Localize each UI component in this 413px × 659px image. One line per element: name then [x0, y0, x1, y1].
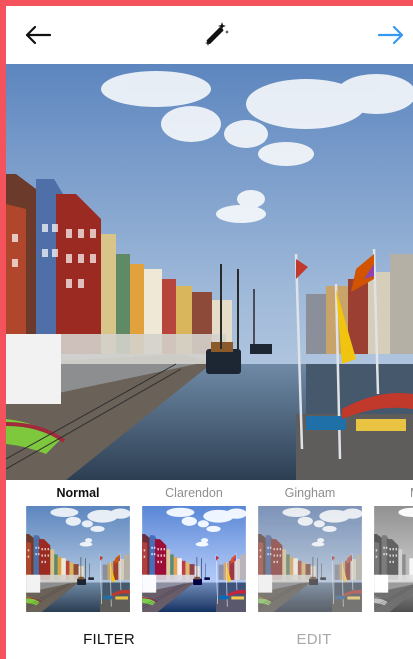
arrow-left-icon [25, 25, 52, 45]
filter-strip[interactable]: Normal Clarendon Gingham [6, 480, 413, 618]
filter-label: Moon [373, 480, 413, 506]
filter-normal[interactable]: Normal [25, 480, 131, 612]
filter-thumbnail[interactable] [25, 506, 131, 612]
tab-edit[interactable]: EDIT [239, 631, 389, 648]
next-button[interactable] [375, 19, 407, 51]
arrow-right-icon [377, 25, 404, 45]
photo-preview [6, 64, 413, 480]
filter-label: Clarendon [165, 486, 223, 500]
magic-wand-icon [205, 22, 229, 46]
filter-screen: Normal Clarendon Gingham FILTER EDIT [6, 6, 413, 659]
filter-moon[interactable]: Moon [373, 480, 413, 612]
lux-adjust-button[interactable] [200, 19, 232, 51]
back-button[interactable] [22, 19, 54, 51]
top-toolbar [6, 6, 413, 64]
filter-label: Normal [56, 486, 100, 500]
tab-filter[interactable]: FILTER [34, 631, 184, 648]
filter-thumbnail[interactable] [373, 506, 413, 612]
filter-gingham[interactable]: Gingham [257, 480, 363, 612]
nyhavn-canal-photo [6, 64, 413, 480]
filter-clarendon[interactable]: Clarendon [141, 480, 247, 612]
filter-thumbnail[interactable] [257, 506, 363, 612]
filter-label: Gingham [284, 486, 336, 500]
bottom-tab-bar: FILTER EDIT [6, 618, 413, 659]
filter-thumbnail[interactable] [141, 506, 247, 612]
